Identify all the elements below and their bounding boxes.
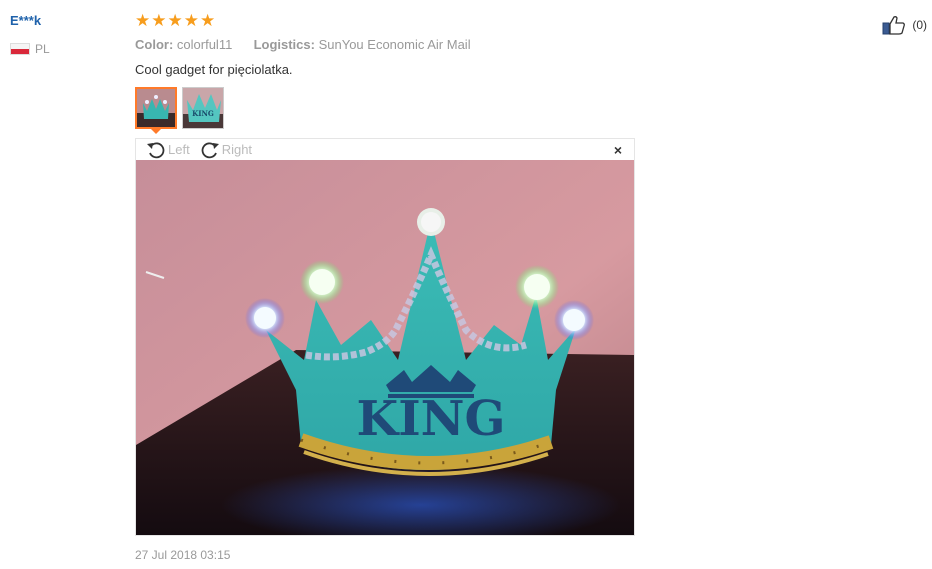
reviewer-country: PL (10, 42, 50, 56)
order-info: Color: colorful11 Logistics: SunYou Econ… (135, 37, 855, 52)
country-code: PL (35, 42, 50, 56)
photo-thumbnail-2[interactable]: KING (182, 87, 224, 129)
rotate-left-button[interactable]: Left (146, 141, 190, 159)
logistics-label: Logistics: (253, 37, 315, 52)
crown-text: KING (356, 391, 505, 447)
reviewer-name[interactable]: E***k (10, 13, 50, 28)
reviewer-info: E***k PL (10, 13, 50, 56)
rotate-right-icon (201, 141, 219, 158)
star-rating: ★ ★ ★ ★ ★ (135, 12, 855, 30)
photo-thumbnail-1[interactable] (135, 87, 177, 129)
poland-flag-icon (10, 43, 30, 55)
review-body: ★ ★ ★ ★ ★ Color: colorful11 Logistics: S… (135, 12, 855, 129)
active-thumbnail-indicator (150, 128, 162, 134)
rotate-right-button[interactable]: Right (200, 141, 252, 159)
photo-thumbnails: KING (135, 87, 855, 129)
star-icon: ★ (183, 11, 199, 30)
logistics-value: SunYou Economic Air Mail (318, 37, 471, 52)
review-date: 27 Jul 2018 03:15 (135, 548, 231, 562)
helpful-vote[interactable]: (0) (882, 15, 927, 35)
photo-viewer: Left Right × KING (135, 138, 635, 536)
thumbs-up-icon[interactable] (882, 15, 906, 35)
viewer-toolbar: Left Right × (136, 139, 634, 160)
review-text: Cool gadget for pięciolatka. (135, 62, 293, 77)
review-photo: KING (136, 160, 634, 535)
star-icon: ★ (135, 11, 151, 30)
rotate-right-label: Right (221, 142, 253, 157)
color-label: Color: (135, 37, 174, 52)
star-icon: ★ (151, 11, 167, 30)
svg-text:KING: KING (192, 109, 214, 118)
star-icon: ★ (167, 11, 183, 30)
close-viewer-button[interactable]: × (614, 142, 622, 158)
rotate-left-label: Left (168, 142, 190, 157)
color-value: colorful11 (176, 37, 233, 52)
helpful-count: (0) (912, 18, 927, 32)
star-icon: ★ (200, 11, 216, 30)
rotate-left-icon (147, 141, 165, 158)
